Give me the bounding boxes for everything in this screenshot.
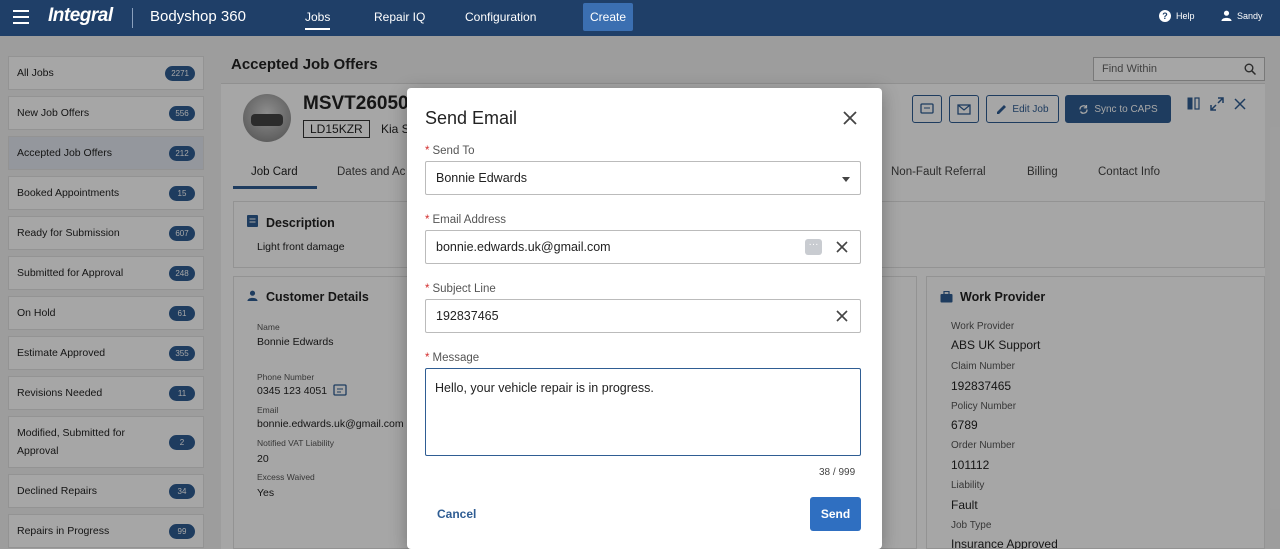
email-address-input[interactable]: bonnie.edwards.uk@gmail.com ··· (425, 230, 861, 264)
send-to-value: Bonnie Edwards (436, 171, 528, 185)
help-icon: ? (1159, 10, 1171, 22)
cancel-button[interactable]: Cancel (437, 507, 476, 521)
send-to-label-text: Send To (432, 145, 475, 157)
user-name: Sandy (1237, 10, 1263, 21)
integral-logo[interactable]: Integral (48, 5, 113, 27)
chevron-down-icon (842, 177, 850, 182)
required-mark: * (425, 214, 430, 226)
nav-repair-iq[interactable]: Repair IQ (374, 10, 425, 24)
create-button[interactable]: Create (583, 3, 633, 31)
email-address-label: * Email Address (425, 214, 506, 226)
nav-jobs[interactable]: Jobs (305, 10, 331, 30)
help-label: Help (1176, 11, 1195, 21)
send-button[interactable]: Send (810, 497, 861, 531)
message-label: * Message (425, 352, 479, 364)
email-address-label-text: Email Address (432, 214, 506, 226)
email-address-value: bonnie.edwards.uk@gmail.com (436, 240, 611, 254)
required-mark: * (425, 352, 430, 364)
message-label-text: Message (432, 352, 480, 364)
send-to-label: * Send To (425, 145, 474, 157)
clear-email-icon[interactable] (836, 241, 848, 253)
nav-configuration[interactable]: Configuration (465, 10, 536, 24)
character-count: 38 / 999 (819, 467, 856, 478)
autofill-dots-icon[interactable]: ··· (805, 239, 822, 255)
help-link[interactable]: ? Help (1159, 10, 1195, 22)
required-mark: * (425, 283, 430, 295)
close-icon[interactable] (840, 108, 860, 128)
subject-line-input[interactable]: 192837465 (425, 299, 861, 333)
top-navigation-bar: Integral Bodyshop 360 Jobs Repair IQ Con… (0, 0, 1280, 36)
dialog-title: Send Email (425, 108, 518, 128)
user-icon (1221, 10, 1232, 21)
subject-line-label: * Subject Line (425, 283, 496, 295)
user-menu[interactable]: Sandy (1221, 10, 1263, 21)
subject-line-value: 192837465 (436, 309, 499, 323)
message-textarea[interactable]: Hello, your vehicle repair is in progres… (425, 368, 861, 456)
send-to-select[interactable]: Bonnie Edwards (425, 161, 861, 195)
send-email-dialog: Send Email * Send To Bonnie Edwards * Emai… (407, 88, 882, 549)
subject-line-label-text: Subject Line (432, 283, 496, 295)
clear-subject-icon[interactable] (836, 310, 848, 322)
app-name: Bodyshop 360 (150, 8, 246, 25)
hamburger-menu-icon[interactable] (13, 10, 29, 24)
required-mark: * (425, 145, 430, 157)
logo-divider (132, 8, 133, 28)
